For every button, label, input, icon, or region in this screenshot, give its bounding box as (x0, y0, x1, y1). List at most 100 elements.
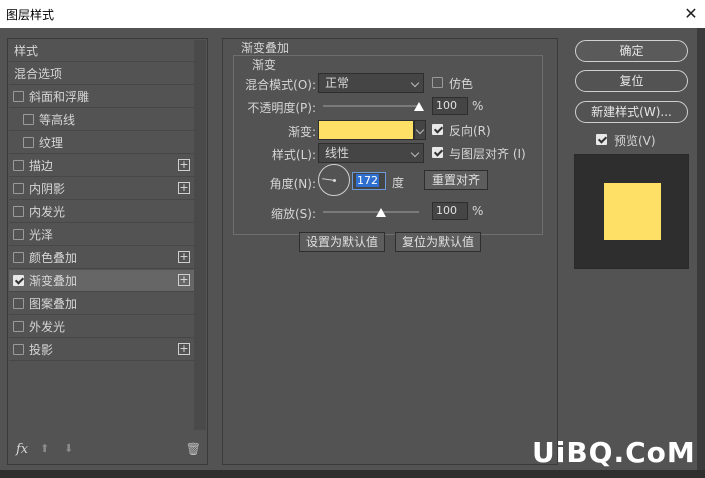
style-checkbox[interactable] (13, 298, 24, 309)
scale-slider-thumb[interactable] (375, 208, 386, 217)
style-item[interactable]: 等高线 (9, 109, 194, 131)
style-label: 样式(L): (271, 148, 316, 162)
style-item[interactable]: 光泽 (9, 224, 194, 246)
new-style-button[interactable]: 新建样式(W)... (575, 101, 688, 123)
style-item-label: 外发光 (29, 320, 66, 334)
style-item[interactable]: 内发光 (9, 201, 194, 223)
style-item-label: 内发光 (29, 205, 66, 219)
style-checkbox[interactable] (13, 229, 24, 240)
style-checkbox[interactable] (13, 91, 24, 102)
reverse-checkbox[interactable] (432, 124, 443, 135)
style-item[interactable]: 混合选项 (9, 63, 194, 85)
chevron-down-icon (415, 125, 425, 135)
style-item-label: 光泽 (29, 228, 54, 242)
opacity-label: 不透明度(P): (247, 101, 316, 115)
style-item[interactable]: 颜色叠加 + (9, 247, 194, 269)
chevron-down-icon (410, 78, 420, 88)
angle-label: 角度(N): (269, 177, 316, 191)
style-dropdown[interactable]: 线性 (318, 143, 424, 163)
blend-mode-label: 混合模式(O): (245, 78, 316, 92)
style-item-label: 样式 (14, 44, 39, 58)
subgroup-title: 渐变 (250, 56, 279, 73)
gradient-dropdown-button[interactable] (414, 120, 426, 140)
window-title: 图层样式 (6, 8, 55, 22)
opacity-slider-track[interactable] (323, 105, 419, 107)
style-checkbox[interactable] (13, 206, 24, 217)
opacity-input[interactable]: 100 (432, 97, 468, 115)
reverse-label: 反向(R) (449, 124, 491, 138)
style-checkbox[interactable] (13, 252, 24, 263)
style-item-label: 斜面和浮雕 (29, 90, 90, 104)
style-checkbox[interactable] (13, 344, 24, 355)
reset-alignment-button[interactable]: 重置对齐 (424, 170, 488, 190)
style-item[interactable]: 图案叠加 (9, 293, 194, 315)
style-item[interactable]: 投影 + (9, 339, 194, 361)
angle-dial[interactable] (318, 164, 350, 196)
align-with-layer-label: 与图层对齐 (I) (449, 147, 526, 161)
style-item-label: 内阴影 (29, 182, 66, 196)
preview-checkbox[interactable] (596, 134, 607, 145)
style-item-label: 纹理 (39, 136, 64, 150)
preview-swatch (604, 183, 661, 240)
add-icon[interactable]: + (178, 182, 190, 194)
preview-label: 预览(V) (614, 134, 656, 148)
add-icon[interactable]: + (178, 343, 190, 355)
style-item[interactable]: 纹理 (9, 132, 194, 154)
style-item-label: 投影 (29, 343, 54, 357)
chevron-down-icon (410, 148, 420, 158)
add-icon[interactable]: + (178, 274, 190, 286)
style-item-label: 渐变叠加 (29, 274, 78, 288)
style-item-label: 图案叠加 (29, 297, 78, 311)
close-icon[interactable]: ✕ (677, 0, 705, 28)
reset-button[interactable]: 复位 (575, 70, 688, 92)
move-down-icon[interactable]: ⬇ (64, 442, 73, 455)
style-item[interactable]: 渐变叠加 + (9, 270, 194, 292)
style-checkbox[interactable] (13, 160, 24, 171)
move-up-icon[interactable]: ⬆ (40, 442, 49, 455)
blend-mode-value: 正常 (325, 76, 350, 90)
style-item[interactable]: 斜面和浮雕 (9, 86, 194, 108)
delete-icon[interactable]: 🗑 (186, 442, 201, 456)
reset-default-button[interactable]: 复位为默认值 (395, 232, 481, 252)
styles-list-panel: 样式混合选项斜面和浮雕等高线纹理描边 + 内阴影 + 内发光光泽颜色叠加 + 渐变叠加 + 图案… (7, 38, 208, 465)
style-checkbox[interactable] (13, 183, 24, 194)
scale-input[interactable]: 100 (432, 202, 468, 220)
angle-input[interactable]: 172 (352, 172, 386, 190)
style-checkbox[interactable] (13, 321, 24, 332)
style-item[interactable]: 外发光 (9, 316, 194, 338)
dither-checkbox[interactable] (432, 77, 443, 88)
style-item-label: 颜色叠加 (29, 251, 78, 265)
gradient-overlay-panel: 渐变叠加 渐变 混合模式(O): 正常 仿色 不透明度(P): 100 % 渐变… (222, 38, 558, 465)
window-edge (697, 28, 705, 478)
scale-slider-track[interactable] (323, 211, 419, 213)
style-item-label: 描边 (29, 159, 54, 173)
styles-list-scrollbar[interactable] (194, 40, 206, 430)
gradient-picker[interactable] (318, 120, 414, 140)
style-item[interactable]: 样式 (9, 40, 194, 62)
opacity-slider-thumb[interactable] (414, 102, 424, 111)
style-checkbox[interactable] (23, 114, 34, 125)
style-value: 线性 (325, 146, 350, 160)
dither-label: 仿色 (449, 77, 474, 91)
style-item[interactable]: 描边 + (9, 155, 194, 177)
scale-unit: % (472, 204, 484, 218)
scale-label: 缩放(S): (270, 207, 316, 221)
style-checkbox[interactable] (23, 137, 34, 148)
add-icon[interactable]: + (178, 159, 190, 171)
ok-button[interactable]: 确定 (575, 40, 688, 62)
style-item-label: 等高线 (39, 113, 76, 127)
align-with-layer-checkbox[interactable] (432, 147, 443, 158)
fx-icon[interactable]: fx (16, 442, 28, 457)
set-default-button[interactable]: 设置为默认值 (299, 232, 385, 252)
opacity-unit: % (472, 99, 484, 113)
gradient-label: 渐变: (287, 125, 316, 139)
styles-list-footer: fx ⬆ ⬇ 🗑 (16, 442, 201, 458)
title-bar: 图层样式 ✕ (0, 0, 705, 28)
blend-mode-dropdown[interactable]: 正常 (318, 73, 424, 93)
bottom-edge (0, 470, 705, 478)
group-title: 渐变叠加 (241, 41, 290, 55)
angle-center-dot (333, 179, 336, 182)
style-item[interactable]: 内阴影 + (9, 178, 194, 200)
add-icon[interactable]: + (178, 251, 190, 263)
style-checkbox[interactable] (13, 275, 24, 286)
